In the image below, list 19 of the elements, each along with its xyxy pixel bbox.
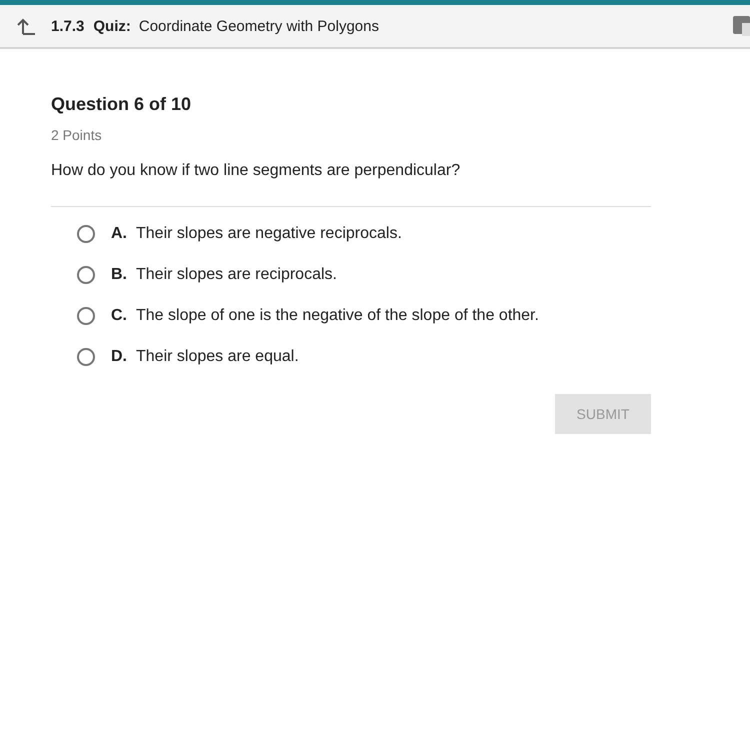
option-text[interactable]: Their slopes are negative reciprocals.	[136, 225, 402, 243]
option-text[interactable]: Their slopes are equal.	[136, 348, 299, 366]
option-text[interactable]: Their slopes are reciprocals.	[136, 266, 337, 284]
option-letter: A.	[111, 225, 127, 243]
option-letter: B.	[111, 266, 127, 284]
option-text[interactable]: The slope of one is the negative of the slope of the other.	[136, 307, 539, 325]
option-letter: D.	[111, 348, 127, 366]
radio-button[interactable]	[77, 348, 95, 366]
quiz-title: Coordinate Geometry with Polygons	[138, 18, 379, 34]
question-heading: Question 6 of 10	[51, 94, 192, 115]
quiz-code: 1.7.3	[51, 18, 84, 34]
points-label: 2 Points	[51, 127, 103, 143]
question-text: How do you know if two line segments are perpendicular?	[51, 162, 462, 180]
quiz-type: Quiz:	[93, 18, 131, 34]
radio-button[interactable]	[77, 225, 95, 243]
radio-button[interactable]	[77, 266, 95, 284]
radio-button[interactable]	[77, 307, 95, 325]
option-letter: C.	[111, 307, 127, 325]
up-arrow-icon[interactable]	[16, 17, 36, 35]
